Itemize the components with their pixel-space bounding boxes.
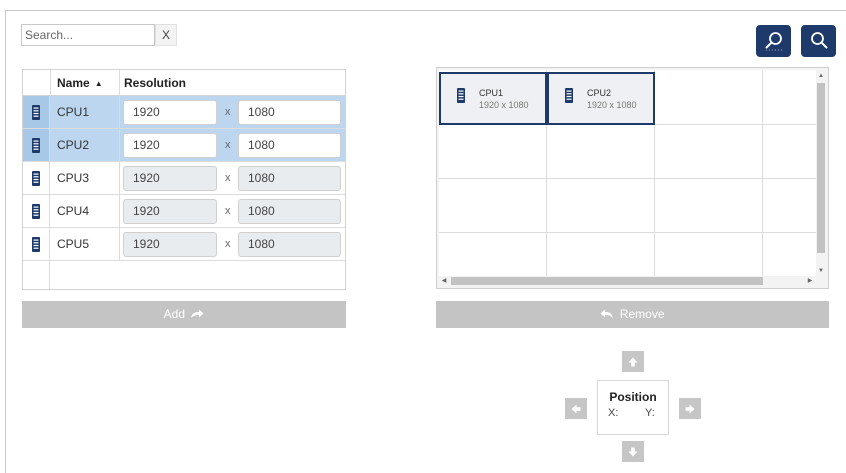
row-name: CPU3 xyxy=(57,171,90,185)
horizontal-scroll-thumb[interactable] xyxy=(451,277,763,285)
height-input[interactable]: 1080 xyxy=(238,133,341,158)
row-name: CPU4 xyxy=(57,204,90,218)
horizontal-scrollbar[interactable]: ◀ ▶ xyxy=(439,276,817,286)
width-input[interactable]: 1920 xyxy=(123,199,217,224)
remove-button[interactable]: Remove xyxy=(436,301,829,328)
resolution-separator: x xyxy=(225,139,231,151)
server-icon xyxy=(565,88,573,106)
table-header: Name ▲ Resolution xyxy=(23,70,345,96)
grid-tile-cpu1[interactable]: CPU1 1920 x 1080 xyxy=(439,72,547,125)
table-row[interactable]: CPU4 1920 x 1080 xyxy=(23,195,345,228)
server-icon xyxy=(23,129,50,161)
position-y-label: Y: xyxy=(645,407,655,419)
grid-tile-cpu2[interactable]: CPU2 1920 x 1080 xyxy=(547,72,655,125)
row-name: CPU5 xyxy=(57,237,90,251)
scroll-up-icon[interactable]: ▲ xyxy=(816,72,826,80)
move-left-button[interactable] xyxy=(565,398,587,419)
empty-icon-cell xyxy=(23,261,50,289)
server-icon xyxy=(23,228,50,260)
cell-divider xyxy=(119,162,120,194)
scroll-right-icon[interactable]: ▶ xyxy=(805,277,815,285)
search-input[interactable] xyxy=(21,24,155,46)
position-display: Position X: Y: xyxy=(597,380,669,435)
grid-line xyxy=(439,178,817,179)
move-up-button[interactable] xyxy=(622,351,644,372)
table-row[interactable]: CPU3 1920 x 1080 xyxy=(23,162,345,195)
search-clear-button[interactable]: X xyxy=(155,24,177,46)
resolution-separator: x xyxy=(225,238,231,250)
server-icon xyxy=(23,96,50,128)
add-button-label: Add xyxy=(163,307,185,321)
tile-resolution: 1920 x 1080 xyxy=(587,100,637,110)
table-row[interactable]: CPU5 1920 x 1080 xyxy=(23,228,345,261)
tile-name: CPU2 xyxy=(587,88,612,98)
panel-top-border xyxy=(5,10,846,11)
arrow-up-icon xyxy=(628,357,638,366)
arrow-right-icon xyxy=(685,404,695,413)
move-down-button[interactable] xyxy=(622,441,644,462)
width-input[interactable]: 1920 xyxy=(123,232,217,257)
reply-arrow-icon xyxy=(600,309,614,318)
height-input[interactable]: 1080 xyxy=(238,199,341,224)
add-button[interactable]: Add xyxy=(22,301,346,328)
table-row[interactable]: CPU2 1920 x 1080 xyxy=(23,129,345,162)
position-title: Position xyxy=(609,390,657,404)
position-x-label: X: xyxy=(608,407,619,419)
zoom-out-icon xyxy=(810,32,827,49)
height-input[interactable]: 1080 xyxy=(238,166,341,191)
zoom-out-button[interactable] xyxy=(801,25,836,57)
grid-line xyxy=(762,70,763,277)
cell-divider xyxy=(119,228,120,260)
vertical-scrollbar[interactable]: ▲ ▼ xyxy=(816,70,826,277)
table-row[interactable]: CPU1 1920 x 1080 xyxy=(23,96,345,129)
header-divider xyxy=(50,70,51,96)
move-right-button[interactable] xyxy=(679,398,701,419)
grid-line xyxy=(439,232,817,233)
header-divider xyxy=(119,70,120,96)
cell-divider xyxy=(119,129,120,161)
column-header-resolution[interactable]: Resolution xyxy=(124,70,186,96)
row-name: CPU2 xyxy=(57,138,90,152)
column-header-name-label: Name xyxy=(57,76,90,90)
width-input[interactable]: 1920 xyxy=(123,166,217,191)
zoom-in-icon xyxy=(765,32,784,51)
tile-name: CPU1 xyxy=(479,88,504,98)
cell-divider xyxy=(119,195,120,227)
resolution-separator: x xyxy=(225,106,231,118)
vertical-scroll-thumb[interactable] xyxy=(817,83,825,253)
share-arrow-icon xyxy=(191,309,204,318)
resolution-separator: x xyxy=(225,205,231,217)
arrow-down-icon xyxy=(628,447,638,456)
scroll-down-icon[interactable]: ▼ xyxy=(816,267,826,275)
remove-button-label: Remove xyxy=(619,307,665,321)
height-input[interactable]: 1080 xyxy=(238,232,341,257)
arrow-left-icon xyxy=(571,404,581,413)
grid-canvas[interactable]: CPU1 1920 x 1080 CPU2 1920 x 1080 xyxy=(439,70,817,277)
server-icon xyxy=(23,195,50,227)
server-icon xyxy=(457,88,465,106)
server-icon xyxy=(23,162,50,194)
row-name: CPU1 xyxy=(57,105,90,119)
scroll-left-icon[interactable]: ◀ xyxy=(439,277,449,285)
width-input[interactable]: 1920 xyxy=(123,133,217,158)
sort-ascending-icon: ▲ xyxy=(94,79,103,88)
width-input[interactable]: 1920 xyxy=(123,100,217,125)
resolution-separator: x xyxy=(225,172,231,184)
layout-grid[interactable]: CPU1 1920 x 1080 CPU2 1920 x 1080 ▲ ▼ ◀ … xyxy=(436,67,829,289)
zoom-in-button[interactable] xyxy=(756,25,791,57)
column-header-name[interactable]: Name ▲ xyxy=(57,70,103,96)
height-input[interactable]: 1080 xyxy=(238,100,341,125)
cell-divider xyxy=(119,96,120,128)
cpu-table: Name ▲ Resolution CPU1 1920 x 1080 CPU2 1… xyxy=(22,69,346,290)
tile-resolution: 1920 x 1080 xyxy=(479,100,529,110)
panel-left-border xyxy=(5,10,6,473)
